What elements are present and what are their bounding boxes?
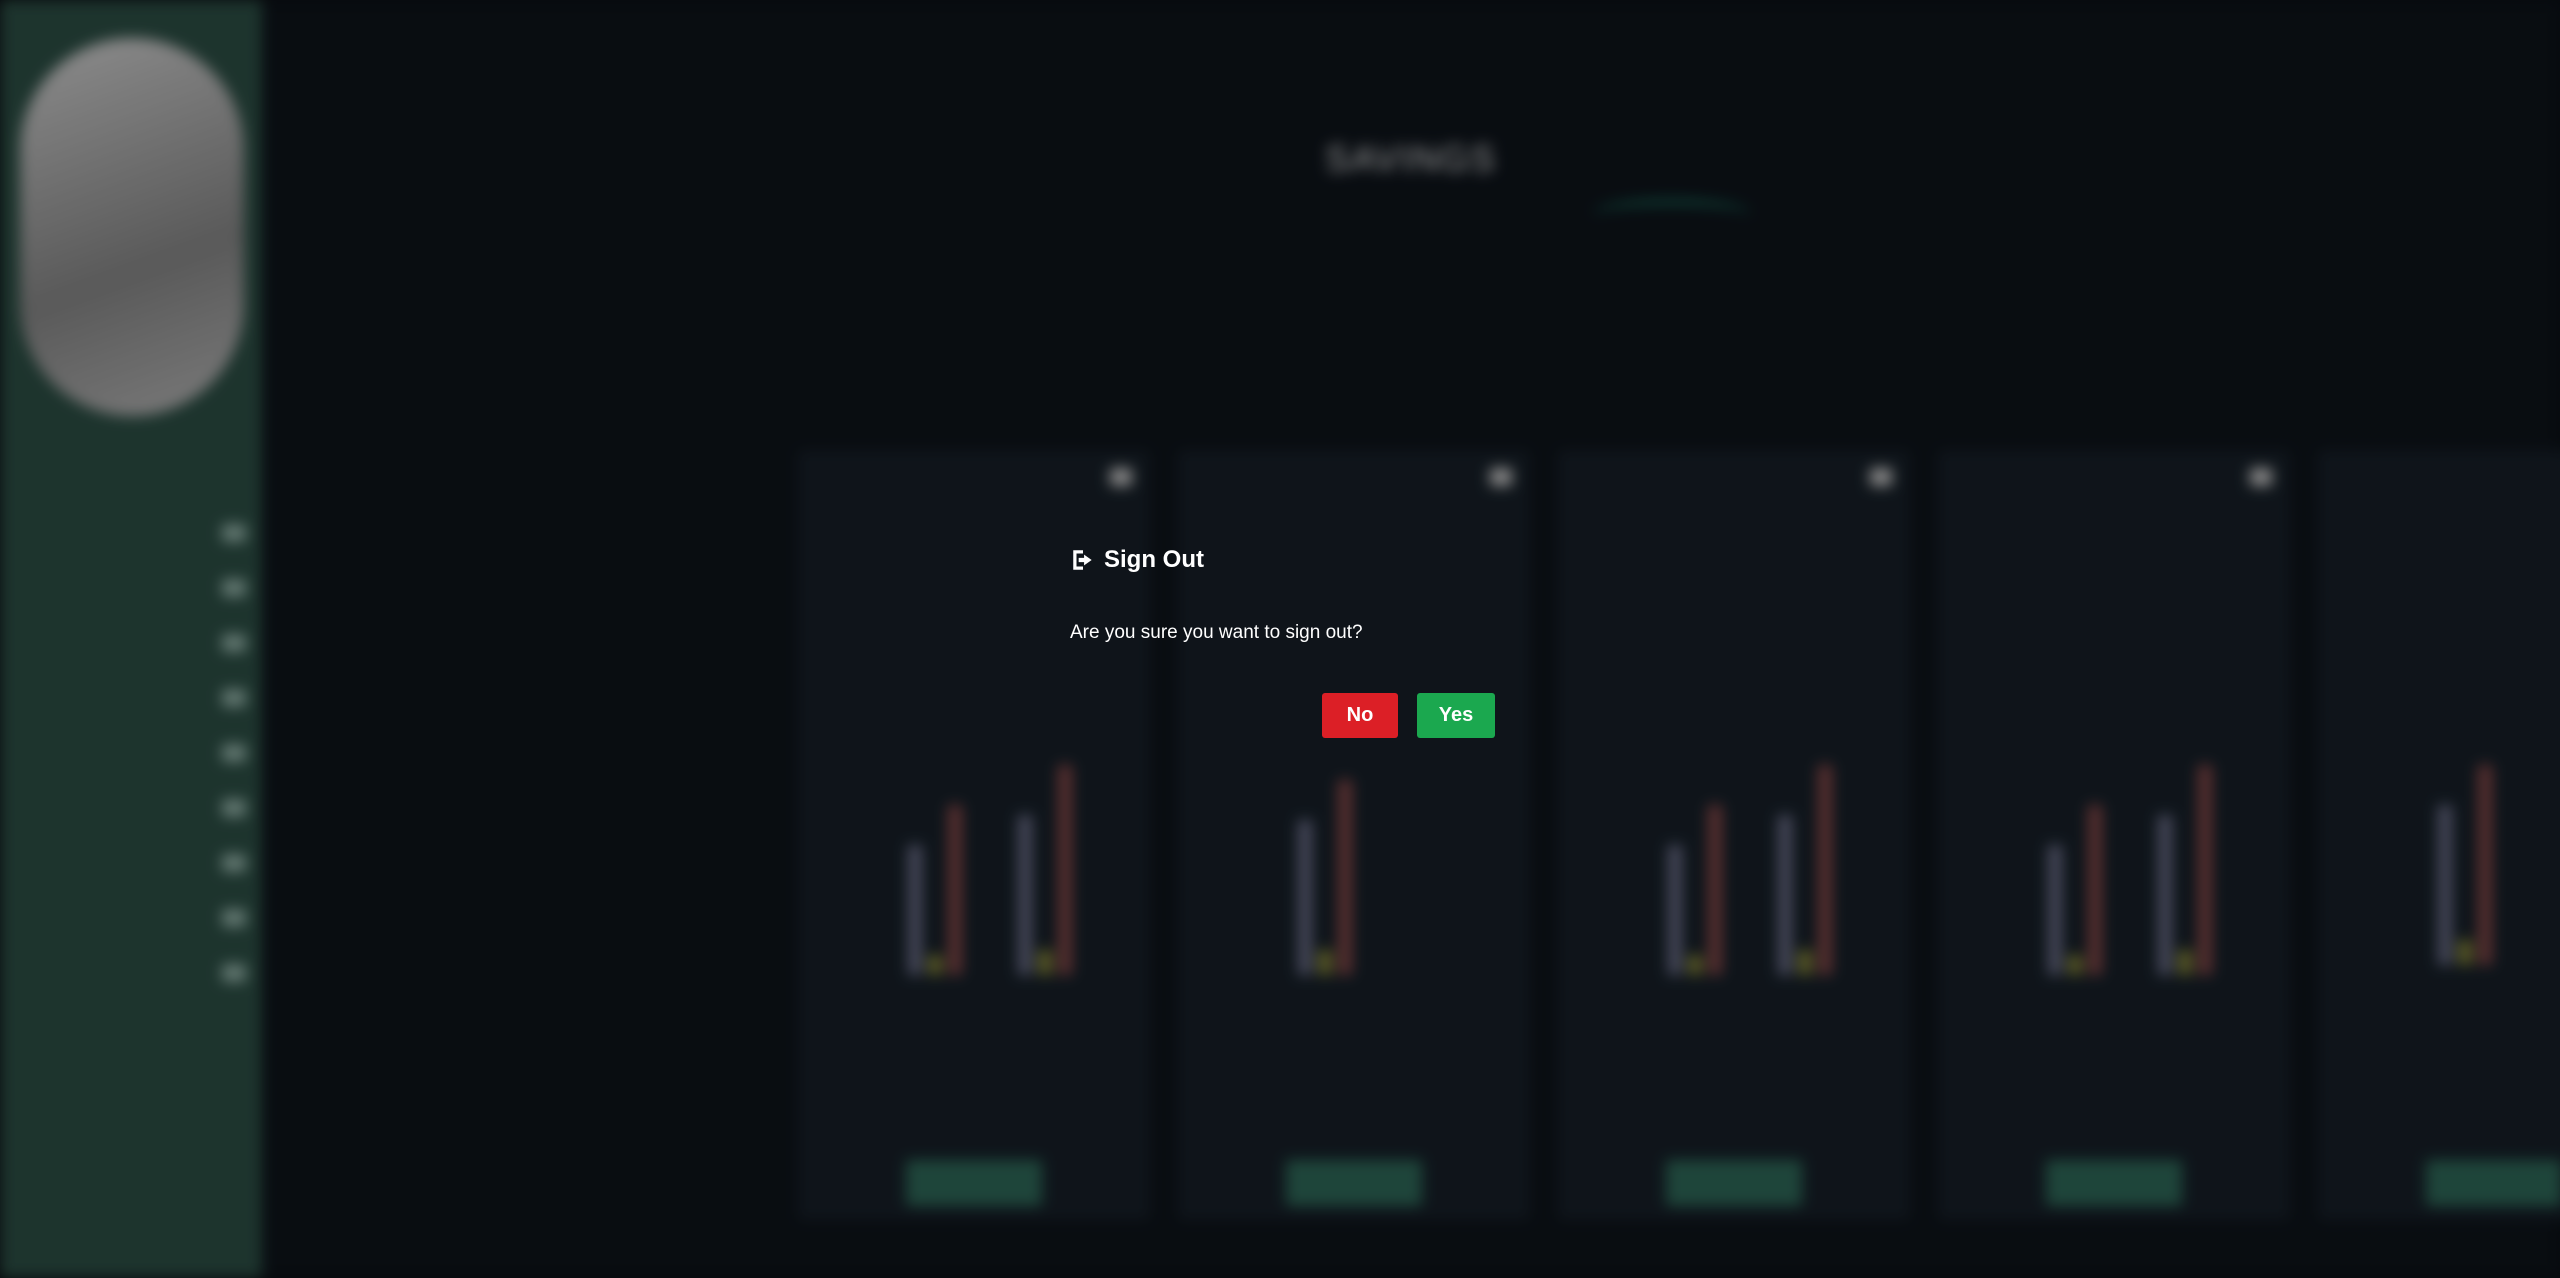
sign-out-dialog: Sign Out Are you sure you want to sign o… [1040, 530, 1520, 760]
yes-button[interactable]: Yes [1417, 693, 1495, 738]
sign-out-icon [1073, 550, 1092, 570]
dialog-header: Sign Out [1070, 546, 1204, 574]
app-window: SAVINGS Sign Out Are you sure you want t… [0, 0, 2560, 1278]
no-button[interactable]: No [1322, 693, 1398, 738]
dialog-message: Are you sure you want to sign out? [1070, 622, 1363, 643]
dialog-title: Sign Out [1104, 546, 1204, 573]
